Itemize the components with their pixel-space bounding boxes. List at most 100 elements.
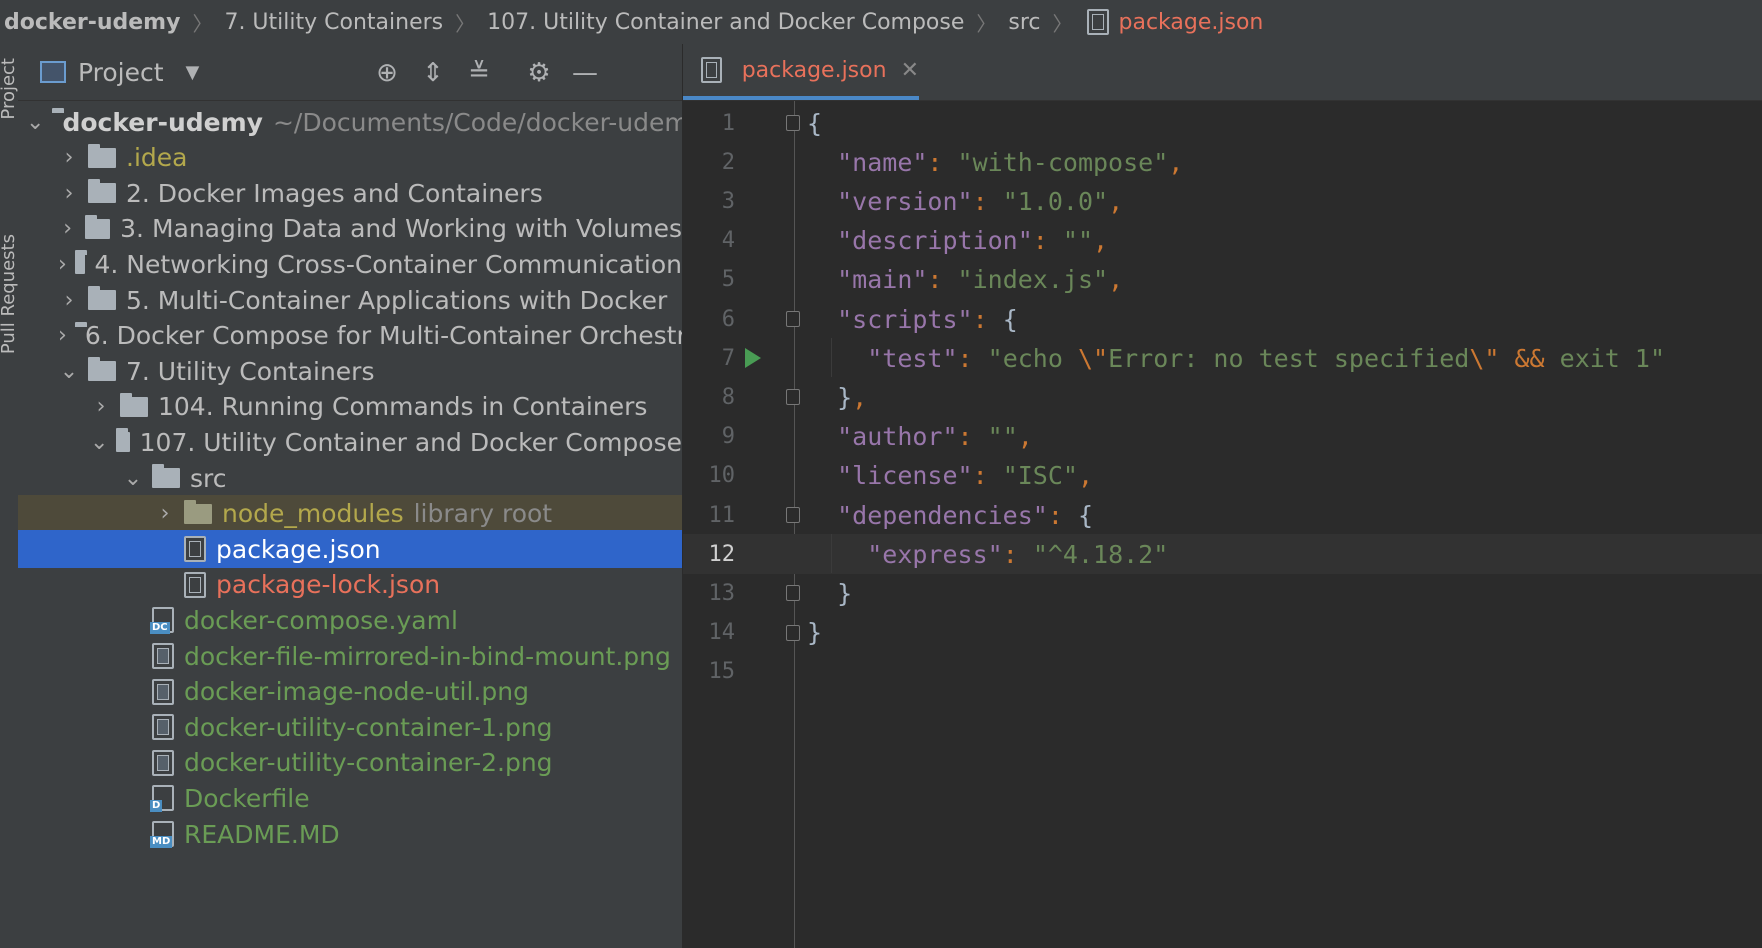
code-line[interactable]: 10 "license": "ISC", [683,456,1762,496]
tree-item[interactable]: package-lock.json [18,566,682,604]
line-number: 1 [721,110,735,136]
tree-item-label: 107. Utility Container and Docker Compos… [139,427,682,457]
tree-item[interactable]: › 6. Docker Compose for Multi-Container O… [18,317,682,355]
locate-icon[interactable]: ⊕ [372,58,402,88]
breadcrumb-separator: 〉 [976,11,997,36]
collapse-all-icon[interactable]: ≚ [464,58,494,88]
breadcrumb: docker-udemy 〉 7. Utility Containers 〉 107. … [0,0,1762,45]
code-text: "version": "1.0.0", [837,186,1124,216]
project-view-icon [40,61,66,83]
code-line[interactable]: 8 }, [683,377,1762,417]
code-line[interactable]: 14} [683,613,1762,653]
tree-item[interactable]: ⌄ 7. Utility Containers [18,352,682,390]
fold-marker-icon[interactable] [786,311,800,327]
indent-guide [831,534,832,574]
tree-item[interactable]: › 5. Multi-Container Applications with Do… [18,281,682,319]
tree-item-label: 104. Running Commands in Containers [158,392,648,422]
tree-item[interactable]: docker-utility-container-1.png [18,708,682,746]
breadcrumb-item[interactable]: package.json [1115,10,1268,35]
tree-item[interactable]: › 104. Running Commands in Containers [18,388,682,426]
tree-item[interactable]: MD README.MD [18,815,682,853]
line-number: 8 [721,384,735,410]
code-line[interactable]: 15 [683,652,1762,692]
tree-item[interactable]: › node_modules library root [18,494,682,533]
pull-requests-tool-button[interactable]: Pull Requests [0,234,19,354]
tree-item[interactable]: › 3. Managing Data and Working with Volum… [18,210,682,248]
tree-item[interactable]: D Dockerfile [18,779,682,817]
tree-item[interactable]: › .idea [18,139,682,177]
tree-item[interactable]: docker-utility-container-2.png [18,744,682,782]
project-view-selector[interactable]: Project [78,58,164,87]
gear-icon[interactable]: ⚙ [524,58,554,88]
code-text: }, [837,382,868,412]
chevron-right-icon[interactable]: › [58,288,80,313]
chevron-right-icon[interactable]: › [58,181,80,206]
tree-item[interactable]: DC docker-compose.yaml [18,601,682,639]
line-number: 10 [708,463,736,489]
chevron-down-icon[interactable]: ⌄ [58,359,80,384]
line-number: 12 [708,541,736,567]
code-line[interactable]: 11 "dependencies": { [683,495,1762,535]
chevron-down-icon[interactable]: ▼ [186,62,200,83]
tree-item[interactable]: › 2. Docker Images and Containers [18,174,682,212]
code-line[interactable]: 1{ [683,103,1762,143]
fold-marker-icon[interactable] [786,585,800,602]
chevron-right-icon[interactable]: › [58,252,67,277]
tree-item-label: docker-utility-container-2.png [184,748,553,778]
chevron-right-icon[interactable]: › [90,394,112,419]
fold-marker-icon[interactable] [786,507,800,523]
minimize-icon[interactable]: — [570,58,600,88]
chevron-down-icon[interactable]: ⌄ [122,466,144,491]
code-text: } [837,578,853,608]
chevron-right-icon[interactable]: › [58,145,80,170]
folder-icon [74,250,87,275]
tree-item[interactable]: ⌄ 107. Utility Container and Docker Compo… [18,423,682,461]
tree-item-label: 7. Utility Containers [126,356,375,386]
json-file-icon [184,571,206,598]
tree-item[interactable]: package.json [18,530,682,569]
code-line[interactable]: 12 "express": "^4.18.2" [683,534,1762,575]
chevron-right-icon[interactable]: › [154,501,176,526]
code-line[interactable]: 13 } [683,573,1762,613]
code-text: "main": "index.js", [837,265,1124,295]
breadcrumb-item[interactable]: docker-udemy [0,10,184,35]
code-text: "name": "with-compose", [837,147,1184,177]
code-line[interactable]: 6 "scripts": { [683,299,1762,339]
project-panel-header: Project ▼ ⊕ ⇕ ≚ ⚙ — [18,44,682,101]
folder-icon [88,286,116,310]
code-line[interactable]: 9 "author": "", [683,417,1762,457]
chevron-down-icon[interactable]: ⌄ [90,430,108,455]
fold-marker-icon[interactable] [786,389,800,406]
line-number: 7 [721,345,735,371]
code-line[interactable]: 3 "version": "1.0.0", [683,181,1762,221]
code-line[interactable]: 2 "name": "with-compose", [683,142,1762,182]
image-file-icon [152,678,174,705]
expand-all-icon[interactable]: ⇕ [418,58,448,88]
tree-item[interactable]: docker-image-node-util.png [18,673,682,711]
chevron-right-icon[interactable]: › [58,323,67,348]
tree-item-label: package-lock.json [216,570,441,600]
fold-marker-icon[interactable] [786,624,800,641]
breadcrumb-separator: 〉 [455,11,476,36]
close-icon[interactable]: ✕ [901,58,919,83]
breadcrumb-item[interactable]: src [1004,10,1044,35]
tree-item-label: docker-compose.yaml [184,605,458,635]
tree-item[interactable]: docker-file-mirrored-in-bind-mount.png [18,637,682,675]
tree-item[interactable]: › 4. Networking Cross-Container Communica… [18,245,682,283]
project-tool-button[interactable]: Project [0,58,19,120]
code-line[interactable]: 5 "main": "index.js", [683,260,1762,300]
breadcrumb-item[interactable]: 7. Utility Containers [220,10,447,35]
tree-item[interactable]: ⌄ src [18,459,682,497]
editor: package.json ✕ 1{2 "name": "with-compose… [683,44,1762,948]
code-area[interactable]: 1{2 "name": "with-compose", 3 "version": … [683,101,1762,948]
code-line[interactable]: 7 "test": "echo \"Error: no test specifi… [683,338,1762,378]
fold-marker-icon[interactable] [786,115,800,131]
json-file-icon [184,536,206,563]
tab-package-json[interactable]: package.json ✕ [683,44,919,100]
chevron-down-icon[interactable]: ⌄ [26,110,44,135]
code-line[interactable]: 4 "description": "", [683,221,1762,261]
chevron-right-icon[interactable]: › [58,216,77,241]
run-script-icon[interactable] [745,348,761,369]
tree-item[interactable]: ⌄ docker-udemy ~/Documents/Code/docker-ude… [18,103,682,141]
breadcrumb-item[interactable]: 107. Utility Container and Docker Compos… [483,10,968,35]
